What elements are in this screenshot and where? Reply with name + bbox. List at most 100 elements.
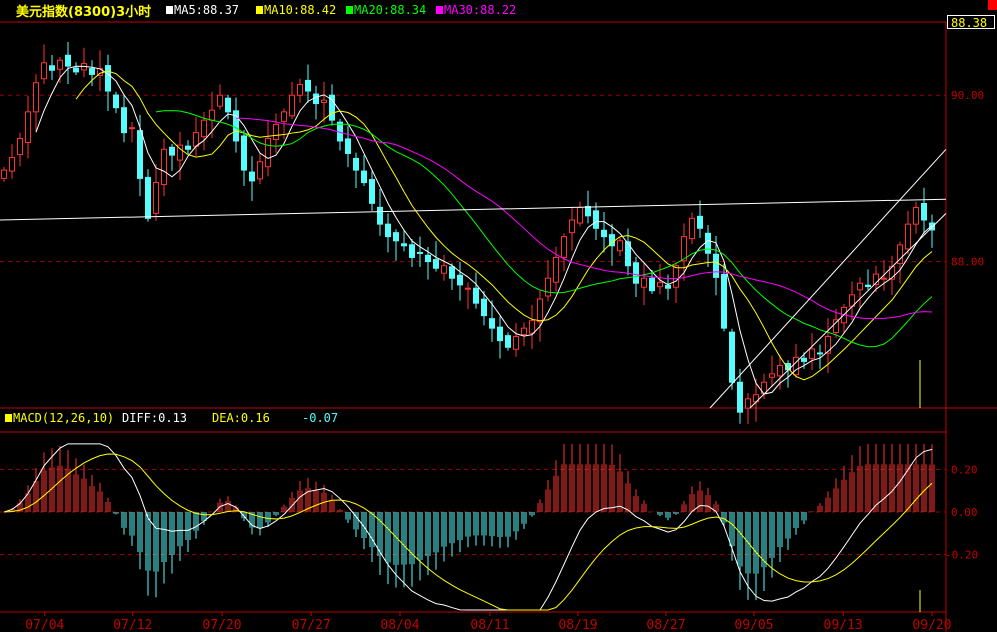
candle-up — [465, 287, 471, 290]
candle-up — [913, 207, 919, 225]
candle-up — [441, 265, 447, 274]
candle-up — [513, 335, 519, 350]
candle-down — [241, 135, 247, 171]
candle-down — [489, 318, 495, 329]
candle-down — [169, 146, 175, 156]
trendline — [0, 198, 947, 221]
x-tick-label: 07/04 — [25, 618, 64, 632]
candle-down — [145, 176, 151, 219]
x-tick-label: 08/19 — [558, 618, 597, 632]
candle-down — [481, 298, 487, 317]
ma20-line — [155, 110, 933, 348]
candle-up — [529, 320, 535, 334]
candle-down — [433, 259, 439, 269]
ma10-label: MA10:88.42 — [256, 3, 336, 17]
candle-up — [201, 119, 207, 138]
candle-down — [633, 262, 639, 284]
candle-up — [673, 265, 679, 288]
candle-up — [553, 256, 559, 283]
candle-down — [105, 65, 111, 92]
candle-up — [25, 111, 31, 143]
candle-down — [361, 170, 367, 184]
candle-up — [833, 319, 839, 333]
candle-up — [217, 94, 223, 107]
candle-up — [17, 137, 23, 156]
macd-tick-label: 0.00 — [951, 506, 978, 519]
price-tick-label: 90.00 — [951, 89, 984, 102]
candle-down — [585, 206, 591, 217]
candle-down — [473, 287, 479, 304]
chart-canvas: 90.00 88.00 0.20 0.00 -0.20 07/04 07/12 07/20 07… — [0, 21, 997, 632]
candle-up — [153, 182, 159, 214]
candle-down — [425, 254, 431, 263]
candle-up — [321, 99, 327, 104]
candle-up — [129, 127, 135, 130]
candle-down — [865, 284, 871, 288]
candle-up — [641, 277, 647, 288]
x-tick-label: 09/05 — [734, 618, 773, 632]
candle-down — [713, 253, 719, 278]
ma10-value: MA10:88.42 — [264, 3, 337, 17]
candle-up — [537, 298, 543, 323]
candle-down — [457, 274, 463, 286]
candle-down — [505, 335, 511, 348]
macd-value: -0.07 — [302, 411, 339, 425]
candle-up — [265, 137, 271, 168]
candle-up — [209, 109, 215, 121]
candle-down — [817, 352, 823, 355]
x-tick-label: 08/04 — [380, 618, 419, 632]
candle-down — [401, 243, 407, 247]
candle-down — [593, 210, 599, 229]
candle-down — [225, 97, 231, 113]
candle-up — [545, 277, 551, 297]
diff-value: DIFF:0.13 — [122, 411, 188, 425]
candle-up — [297, 83, 303, 96]
candle-up — [1, 169, 7, 179]
candle-up — [617, 240, 623, 252]
candle-up — [769, 373, 775, 378]
candle-up — [881, 277, 887, 280]
candle-down — [417, 251, 423, 254]
candle-up — [777, 365, 783, 377]
candle-down — [705, 232, 711, 254]
candle-down — [305, 79, 311, 92]
candle-down — [345, 138, 351, 154]
x-tick-label: 07/20 — [202, 618, 241, 632]
candle-down — [121, 107, 127, 134]
candle-up — [561, 236, 567, 258]
x-tick-label: 07/27 — [292, 618, 331, 632]
candle-down — [737, 381, 743, 413]
candle-down — [729, 331, 735, 383]
candle-down — [49, 65, 55, 71]
candle-down — [65, 54, 71, 67]
corner-marker[interactable] — [988, 0, 997, 10]
candle-up — [273, 123, 279, 140]
candle-up — [281, 111, 287, 122]
candle-down — [369, 179, 375, 204]
price-tick-label: 88.00 — [951, 256, 984, 269]
candle-down — [89, 68, 95, 75]
macd-label: MACD(12,26,10) — [5, 411, 114, 425]
candle-down — [185, 145, 191, 150]
candle-down — [497, 326, 503, 342]
candle-up — [193, 132, 199, 147]
candle-down — [601, 229, 607, 238]
candle-up — [905, 223, 911, 250]
candle-down — [353, 157, 359, 171]
x-tick-label: 08/11 — [470, 618, 509, 632]
candle-down — [385, 223, 391, 238]
chart-title: 美元指数(8300)3小时 — [16, 5, 152, 20]
candle-down — [393, 232, 399, 242]
dea-value: DEA:0.16 — [212, 411, 270, 425]
candle-up — [41, 62, 47, 80]
candle-up — [57, 59, 63, 70]
macd-name: MACD(12,26,10) — [13, 411, 115, 425]
candle-down — [409, 244, 415, 258]
x-tick-label: 08/27 — [646, 618, 685, 632]
candle-up — [289, 94, 295, 117]
candle-up — [9, 157, 15, 172]
candle-up — [809, 348, 815, 359]
candle-down — [921, 203, 927, 221]
candle-down — [313, 93, 319, 105]
x-tick-label: 07/12 — [113, 618, 152, 632]
